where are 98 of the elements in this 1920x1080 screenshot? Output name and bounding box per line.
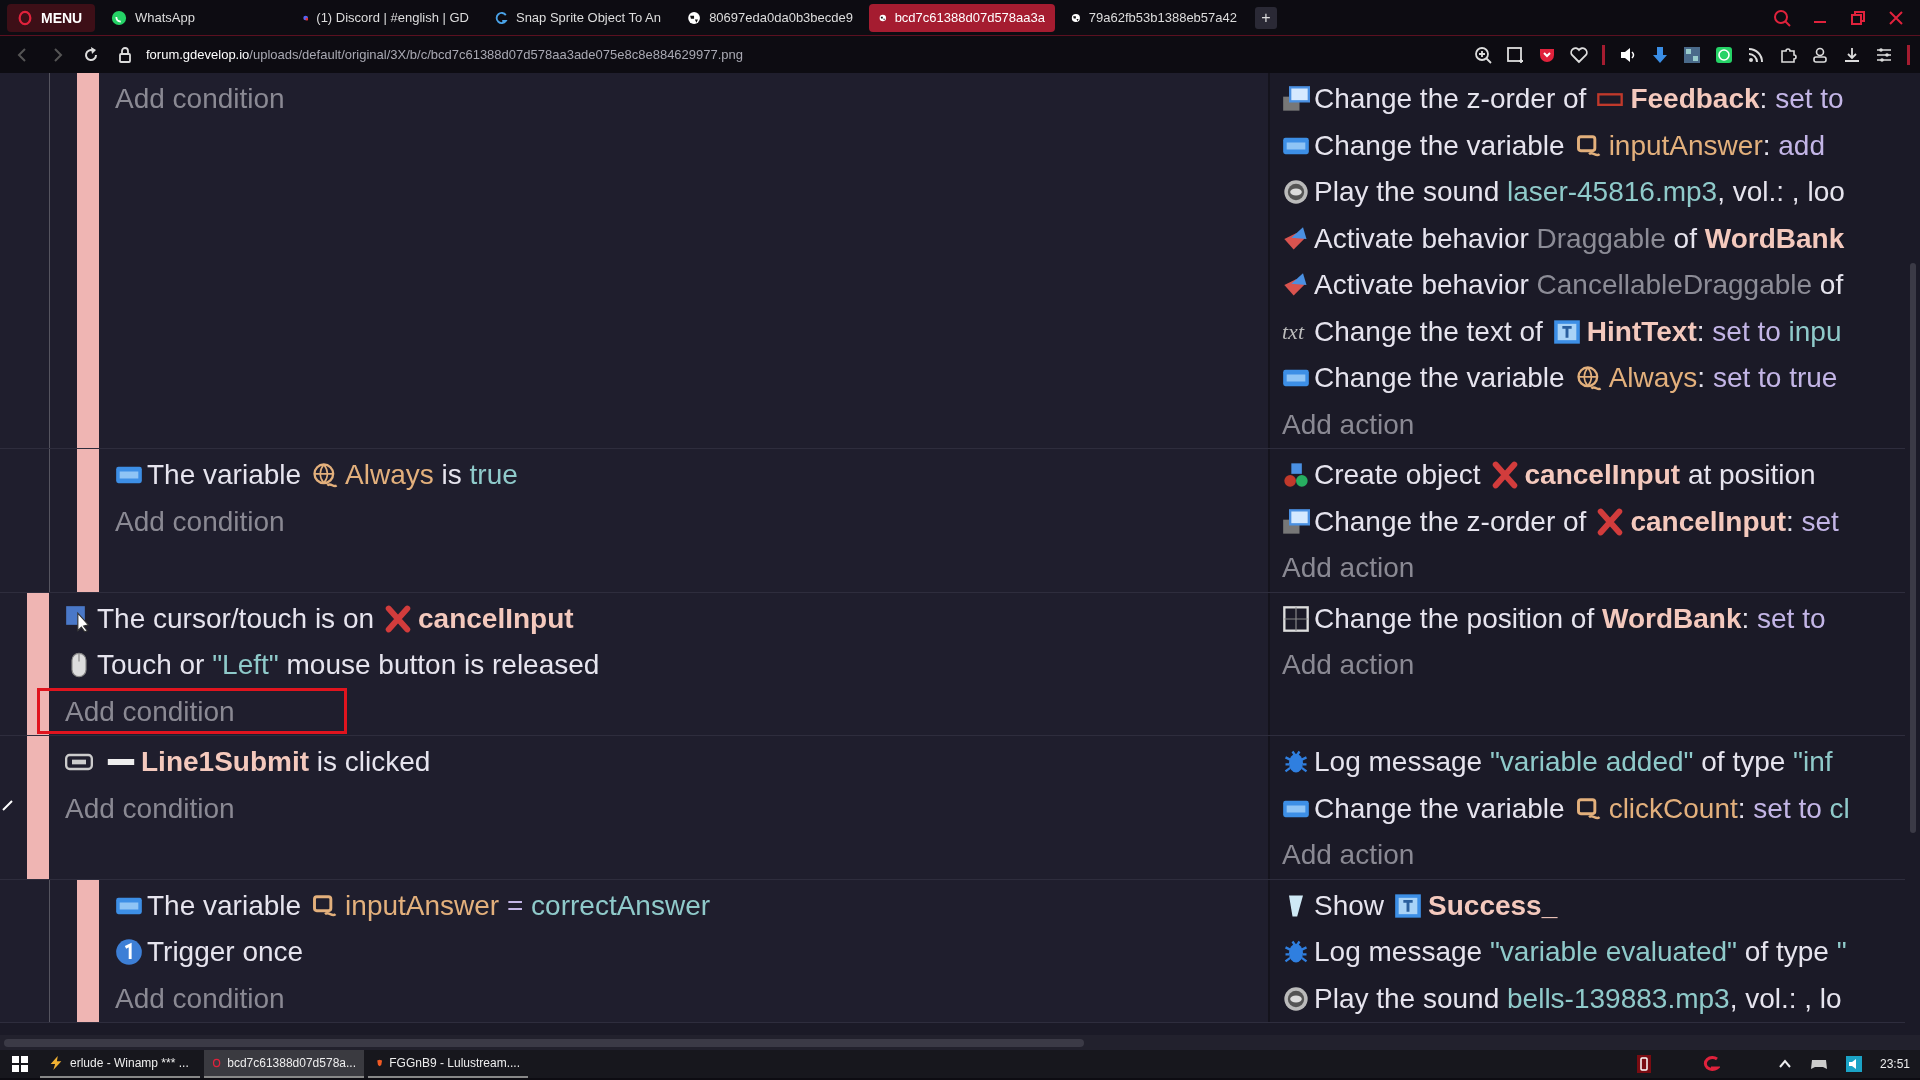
condition-text: The variable	[147, 459, 302, 492]
action-text: cancelInput at position	[1524, 459, 1816, 492]
add-action-link[interactable]: Add action	[1282, 839, 1415, 872]
cross-icon	[1596, 507, 1625, 536]
action-text: Log message "variable evaluated" of type "	[1314, 936, 1847, 969]
reload-icon[interactable]	[82, 45, 100, 64]
speaker-icon[interactable]	[1845, 1056, 1862, 1072]
chat-bubble-icon[interactable]	[1715, 45, 1733, 64]
globe-icon	[687, 9, 702, 26]
horizontal-scrollbar[interactable]	[0, 1035, 1920, 1050]
action-text: Always: set to true	[1608, 362, 1838, 395]
new-tab-button[interactable]: +	[1255, 6, 1277, 29]
action-text: Success_	[1428, 889, 1558, 922]
condition-text: Line1Submit is clicked	[141, 746, 431, 779]
condition-text: cancelInput	[418, 602, 574, 635]
browser-tab[interactable]: 79a62fb53b1388eb57a42	[1061, 3, 1247, 32]
grid-icon[interactable]	[1683, 45, 1701, 64]
action-text: Change the variable	[1314, 129, 1565, 162]
action-text: cancelInput: set	[1630, 505, 1839, 538]
phone-icon[interactable]	[1635, 1055, 1652, 1073]
position-icon	[1282, 604, 1310, 633]
action-text: Create object	[1314, 459, 1481, 492]
add-condition-link[interactable]: Add condition	[115, 505, 285, 538]
globe-icon	[311, 461, 340, 490]
layers-icon	[1282, 85, 1310, 114]
zoom-in-icon[interactable]	[1474, 45, 1492, 64]
condition-text: The variable	[147, 889, 302, 922]
user-icon[interactable]	[1811, 45, 1829, 64]
taskbar-item[interactable]: erlude - Winamp *** ...	[40, 1050, 200, 1078]
opera-ring-icon	[17, 9, 33, 26]
browser-tab[interactable]: bcd7c61388d07d578aa3a	[869, 3, 1055, 32]
browser-tab[interactable]: WhatsApp	[101, 3, 287, 32]
action-text: Activate behavior CancellableDraggable of	[1314, 269, 1844, 302]
cross-icon	[384, 604, 413, 633]
sliders-icon[interactable]	[1875, 45, 1893, 64]
text-object-icon	[1394, 891, 1423, 920]
swirl-icon	[495, 9, 508, 26]
speaker-icon[interactable]	[1619, 45, 1637, 64]
bar-icon	[107, 759, 135, 766]
heart-icon[interactable]	[1570, 45, 1588, 64]
condition-text: Touch or "Left" mouse button is released	[97, 649, 600, 682]
chat-bubble-icon	[111, 9, 127, 26]
download-arrow-icon[interactable]	[1651, 45, 1669, 64]
search-icon[interactable]	[1773, 8, 1791, 27]
taskbar-item[interactable]: FGGnB9 - Lulustream....	[368, 1050, 528, 1078]
action-text: Play the sound bells-139883.mp3, vol.: , lo	[1314, 982, 1842, 1015]
windows-icon[interactable]	[12, 1056, 28, 1072]
action-text: clickCount: set to cl	[1608, 792, 1850, 825]
add-condition-link[interactable]: Add condition	[65, 792, 235, 825]
add-action-link[interactable]: Add action	[1282, 408, 1415, 441]
action-text: Feedback: set to	[1630, 83, 1844, 116]
action-text: Log message "variable added" of type "inf	[1314, 746, 1833, 779]
rss-icon[interactable]	[1747, 45, 1765, 64]
text-icon: txt	[1282, 318, 1310, 345]
condition-text: Always is true	[345, 459, 518, 492]
action-text: Change the variable	[1314, 792, 1565, 825]
action-text: Change the z-order of	[1314, 83, 1587, 116]
action-text: Play the sound laser-45816.mp3, vol.: , loo	[1314, 176, 1845, 209]
download-icon[interactable]	[1843, 45, 1861, 64]
close-icon[interactable]	[1887, 8, 1905, 27]
gamepad-icon[interactable]	[1809, 1057, 1828, 1071]
speaker-icon	[1282, 178, 1310, 207]
action-text: Change the z-order of	[1314, 505, 1587, 538]
speaker-icon	[1282, 984, 1310, 1013]
action-text: inputAnswer: add	[1608, 129, 1825, 162]
url-field[interactable]: forum.gdevelop.io/uploads/default/original/3X/b/c/bcd7c61388d07d578aa3ade075e8c8e884629977.png	[146, 47, 744, 62]
action-text: Activate behavior Draggable of WordBank	[1314, 222, 1845, 255]
add-condition-link[interactable]: Add condition	[115, 982, 285, 1015]
condition-text: The cursor/touch is on	[97, 602, 375, 635]
browser-tab[interactable]: (1) Discord | #english | GD	[293, 3, 479, 32]
globe-icon	[1574, 364, 1603, 393]
trigger-icon	[115, 938, 143, 967]
swirl-icon[interactable]	[1701, 1056, 1720, 1072]
shapes-icon	[1282, 461, 1310, 490]
add-condition-link[interactable]: Add condition	[115, 83, 285, 116]
snapshot-icon[interactable]	[1506, 45, 1524, 64]
lock-icon	[116, 45, 134, 64]
restore-icon[interactable]	[1849, 8, 1867, 27]
browser-tab[interactable]: 80697eda0da0b3becde9	[677, 3, 863, 32]
action-text: Change the variable	[1314, 362, 1565, 395]
action-text: Change the position of WordBank: set to	[1314, 602, 1826, 635]
cross-icon	[1490, 461, 1519, 490]
action-text: Show	[1314, 889, 1385, 922]
add-condition-link[interactable]: Add condition	[65, 695, 235, 728]
condition-text: Trigger once	[147, 936, 304, 969]
add-action-link[interactable]: Add action	[1282, 649, 1415, 682]
action-text: HintText: set to inpu	[1586, 315, 1842, 348]
taskbar-item[interactable]: bcd7c61388d07d578a...	[204, 1050, 364, 1078]
text-object-icon	[1552, 317, 1581, 346]
add-action-link[interactable]: Add action	[1282, 552, 1415, 585]
clock[interactable]: 23:51	[1879, 1057, 1910, 1071]
bolt-icon	[48, 1055, 64, 1071]
condition-text: inputAnswer = correctAnswer	[345, 889, 711, 922]
puzzle-icon[interactable]	[1779, 45, 1797, 64]
menu-button[interactable]: MENU	[7, 3, 95, 32]
browser-tab[interactable]: Snap Sprite Object To An	[485, 3, 671, 32]
action-text: Change the text of	[1314, 315, 1543, 348]
layers-icon	[1282, 507, 1310, 536]
